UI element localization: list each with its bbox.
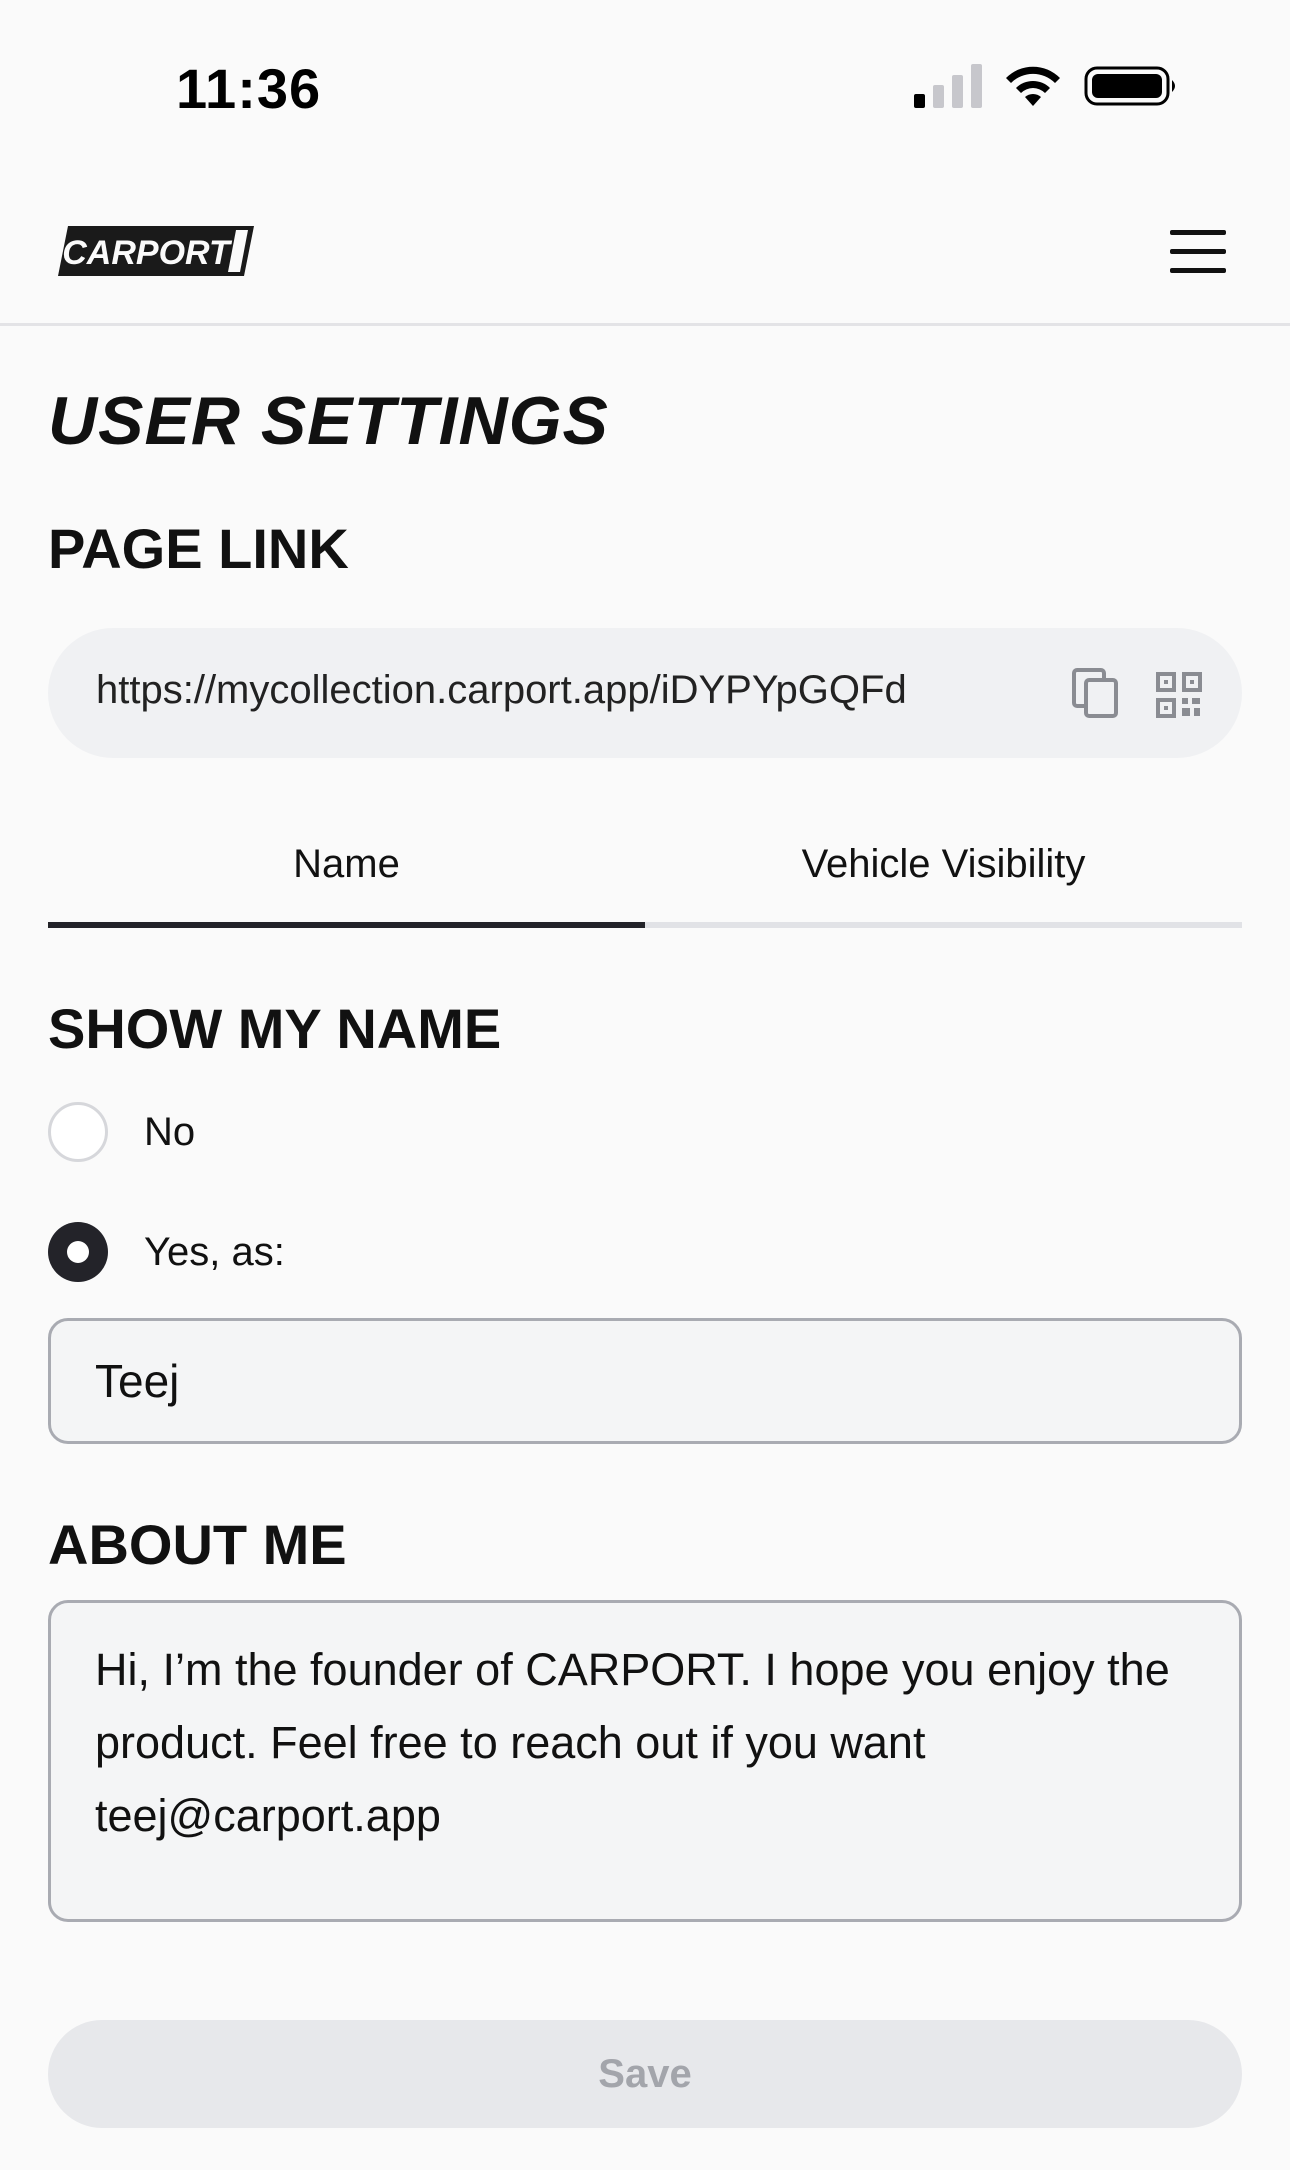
about-me-heading: ABOUT ME xyxy=(48,1513,347,1576)
page-link-url[interactable]: https://mycollection.carport.app/iDYPYpG… xyxy=(96,668,907,713)
about-me-textarea[interactable]: Hi, I’m the founder of CARPORT. I hope y… xyxy=(48,1600,1242,1922)
radio-button-yes[interactable] xyxy=(48,1222,108,1282)
qr-code-icon[interactable] xyxy=(1156,672,1202,718)
radio-option-no[interactable]: No xyxy=(48,1102,448,1162)
display-name-input[interactable]: Teej xyxy=(48,1318,1242,1444)
hamburger-menu-icon[interactable] xyxy=(1170,230,1226,274)
battery-icon xyxy=(1084,66,1175,106)
save-button[interactable]: Save xyxy=(48,2020,1242,2128)
carport-logo[interactable]: CARPORT xyxy=(58,222,264,280)
page-title: USER SETTINGS xyxy=(48,383,609,459)
radio-button-no[interactable] xyxy=(48,1102,108,1162)
show-name-heading: SHOW MY NAME xyxy=(48,997,502,1060)
settings-tabs: Name Vehicle Visibility xyxy=(48,810,1242,928)
app-header: CARPORT xyxy=(0,160,1290,326)
tab-name[interactable]: Name xyxy=(48,810,645,928)
radio-label-no: No xyxy=(144,1110,196,1154)
tab-vehicle-visibility[interactable]: Vehicle Visibility xyxy=(645,810,1242,928)
status-bar: 11:36 xyxy=(0,0,1290,160)
svg-text:CARPORT: CARPORT xyxy=(62,234,233,272)
page-link-field: https://mycollection.carport.app/iDYPYpG… xyxy=(48,628,1242,758)
radio-option-yes[interactable]: Yes, as: xyxy=(48,1222,448,1282)
radio-label-yes: Yes, as: xyxy=(144,1230,285,1274)
cellular-signal-icon xyxy=(914,64,982,108)
copy-icon[interactable] xyxy=(1070,666,1120,720)
page-link-heading: PAGE LINK xyxy=(48,517,349,580)
status-icons xyxy=(880,62,1180,112)
status-time: 11:36 xyxy=(176,57,322,120)
wifi-icon xyxy=(1006,66,1060,106)
